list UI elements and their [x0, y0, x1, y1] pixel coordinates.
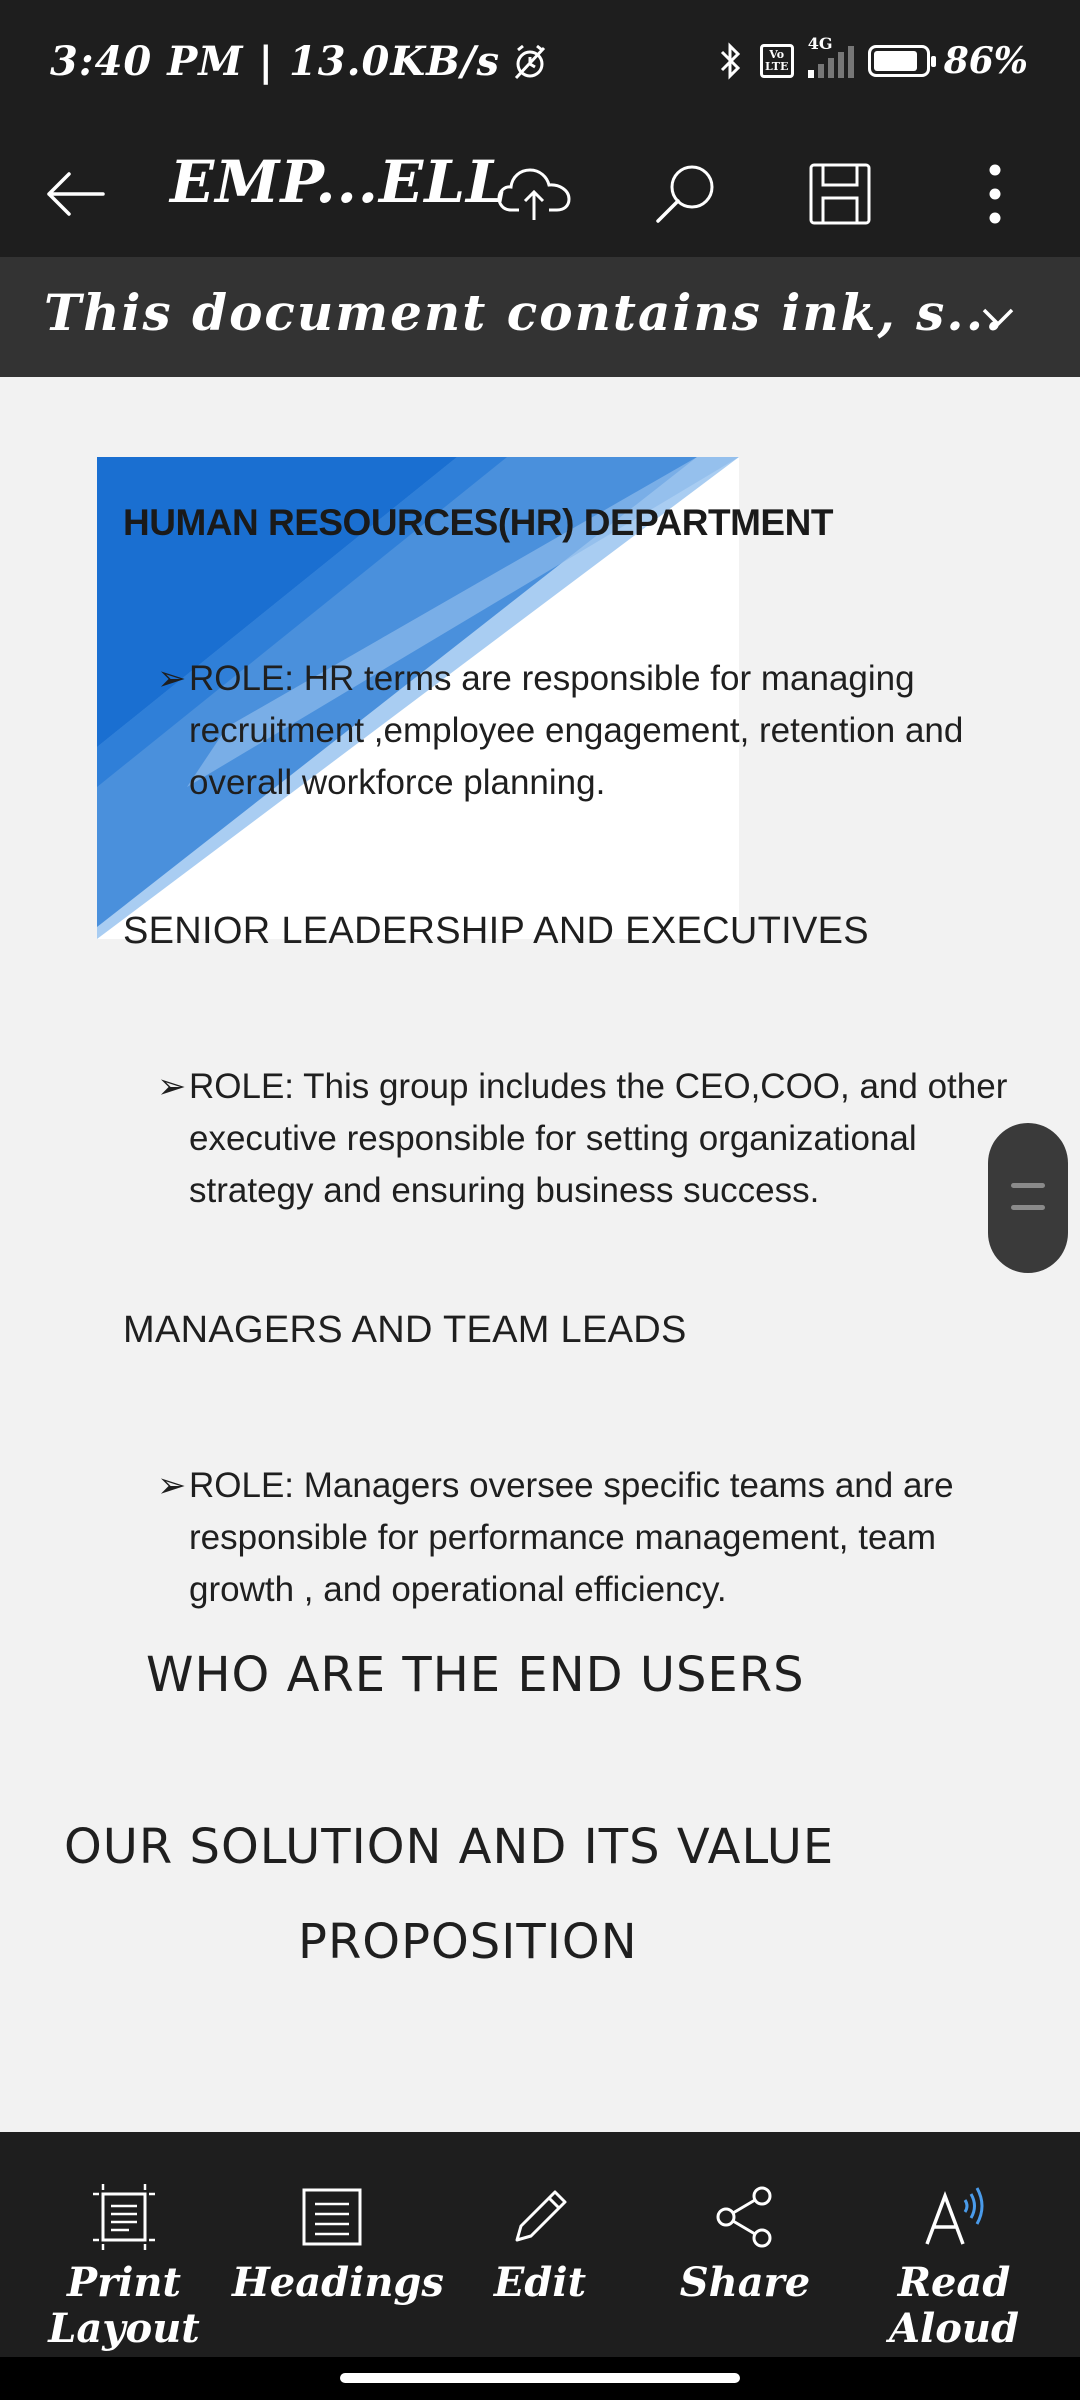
- bullet-arrow-icon: ➢: [157, 1067, 187, 1106]
- volte-bottom: LTE: [764, 60, 789, 73]
- status-left: 3:40 PM | 13.0KB/s: [50, 38, 550, 85]
- search-icon: [656, 165, 714, 223]
- edit-label: Edit: [493, 2259, 587, 2306]
- more-vertical-icon: [989, 164, 1001, 223]
- battery-icon: [867, 45, 936, 77]
- share-button[interactable]: Share: [645, 2132, 845, 2357]
- chevron-down-icon: [982, 308, 1014, 327]
- network-type: 4G: [807, 34, 833, 53]
- system-nav-bar: [0, 2357, 1080, 2400]
- search-button[interactable]: [640, 130, 730, 257]
- battery-percent: 86%: [943, 40, 1028, 82]
- senior-leadership-heading: SENIOR LEADERSHIP AND EXECUTIVES: [123, 910, 869, 952]
- read-aloud-label-line2: Aloud: [889, 2305, 1019, 2352]
- cloud-upload-icon: [497, 167, 571, 220]
- upload-cloud-button[interactable]: [490, 130, 580, 257]
- save-icon: [809, 163, 871, 224]
- document-page[interactable]: HUMAN RESOURCES(HR) DEPARTMENT ➢ ROLE: H…: [0, 377, 1080, 2132]
- senior-role-text: ROLE: This group includes the CEO,COO, a…: [189, 1067, 1008, 1210]
- more-options-button[interactable]: [950, 130, 1040, 257]
- read-aloud-label-line1: Read: [897, 2259, 1011, 2306]
- print-layout-label-line2: Layout: [48, 2305, 200, 2352]
- managers-role-text: ROLE: Managers oversee specific teams an…: [189, 1466, 954, 1609]
- hr-role-text: ROLE: HR terms are responsible for manag…: [189, 659, 964, 802]
- end-users-heading: WHO ARE THE END USERS: [146, 1647, 805, 1703]
- bullet-arrow-icon: ➢: [157, 659, 187, 698]
- cellular-signal: 4G: [807, 34, 854, 78]
- read-aloud-button[interactable]: Read Aloud: [854, 2132, 1054, 2357]
- status-right: Vo LTE 4G 86%: [716, 34, 1028, 82]
- print-layout-icon: [93, 2184, 155, 2250]
- status-time-speed: 3:40 PM | 13.0KB/s: [50, 38, 501, 85]
- print-layout-label-line1: Print: [67, 2259, 181, 2306]
- edit-button[interactable]: Edit: [440, 2132, 640, 2357]
- headings-label: Headings: [232, 2259, 444, 2306]
- save-button[interactable]: [795, 130, 885, 257]
- pencil-icon: [515, 2190, 567, 2242]
- alarm-off-icon: [514, 44, 546, 79]
- senior-role-bullet: ➢ ROLE: This group includes the CEO,COO,…: [157, 1061, 1017, 1217]
- share-icon: [716, 2186, 772, 2248]
- volte-icon: Vo LTE: [759, 44, 794, 78]
- solution-heading-line1: OUR SOLUTION AND ITS VALUE: [64, 1819, 835, 1875]
- read-aloud-label: Read Aloud: [854, 2260, 1054, 2352]
- bullet-arrow-icon: ➢: [157, 1466, 187, 1505]
- fast-scroll-handle[interactable]: [988, 1123, 1068, 1273]
- managers-role-bullet: ➢ ROLE: Managers oversee specific teams …: [157, 1460, 1017, 1616]
- battery-fill: [873, 51, 917, 71]
- ink-info-banner[interactable]: This document contains ink, s...: [0, 257, 1080, 377]
- headings-button[interactable]: Headings: [232, 2132, 444, 2357]
- hr-role-bullet: ➢ ROLE: HR terms are responsible for man…: [157, 653, 1017, 809]
- bluetooth-icon: [720, 42, 740, 80]
- banner-text: This document contains ink, s...: [44, 283, 1005, 342]
- read-aloud-icon: [925, 2187, 984, 2245]
- headings-icon: [302, 2188, 362, 2246]
- back-button[interactable]: [30, 130, 120, 257]
- app-toolbar: EMP...ELL: [0, 130, 1080, 257]
- solution-heading-line2: PROPOSITION: [298, 1914, 638, 1970]
- banner-expand-button[interactable]: [968, 287, 1028, 347]
- print-layout-label: Print Layout: [24, 2260, 224, 2352]
- document-title[interactable]: EMP...ELL: [170, 148, 508, 216]
- print-layout-button[interactable]: Print Layout: [24, 2132, 224, 2357]
- back-arrow-icon: [47, 171, 105, 216]
- status-bar: 3:40 PM | 13.0KB/s Vo LTE 4G 86%: [0, 0, 1080, 130]
- managers-heading: MANAGERS AND TEAM LEADS: [123, 1309, 687, 1351]
- share-label: Share: [679, 2259, 811, 2306]
- hr-department-heading: HUMAN RESOURCES(HR) DEPARTMENT: [123, 502, 833, 543]
- bottom-toolbar: Print Layout Headings Edit Share Read Al…: [0, 2132, 1080, 2357]
- home-gesture-pill[interactable]: [340, 2373, 740, 2383]
